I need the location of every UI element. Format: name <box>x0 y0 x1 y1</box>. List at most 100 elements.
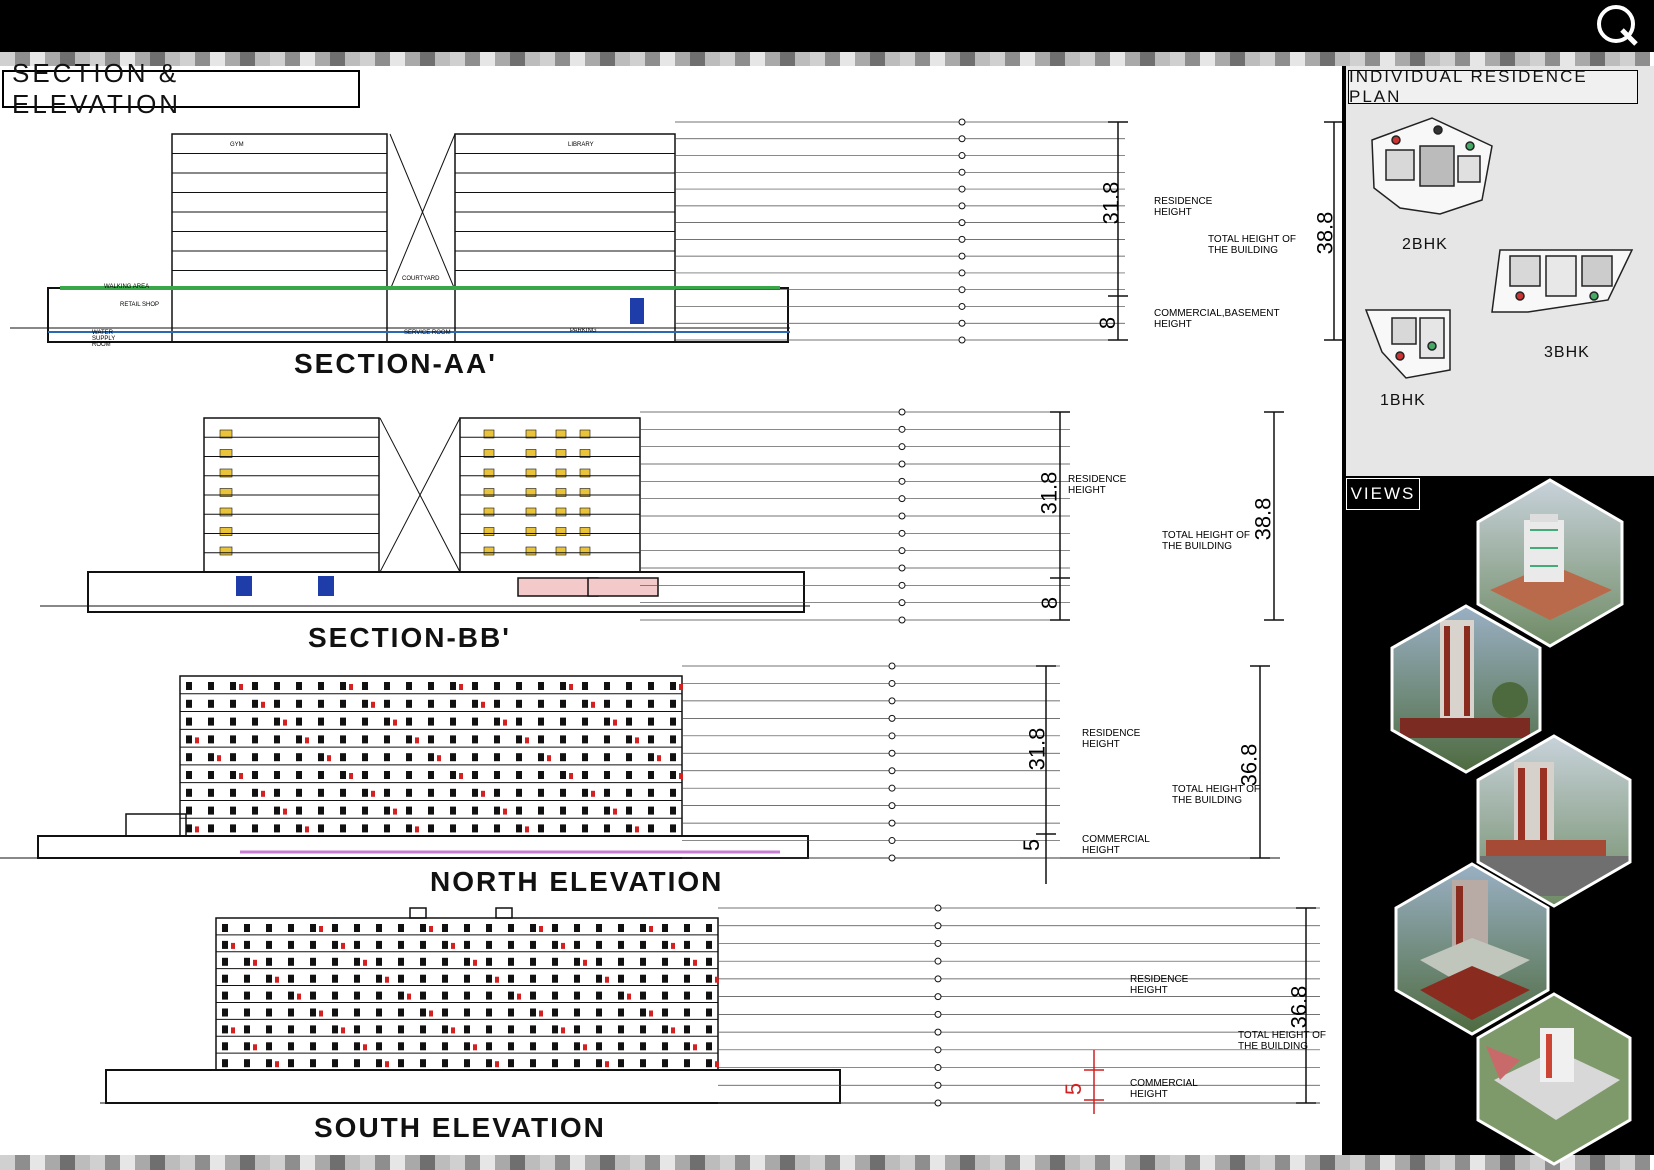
red-accent <box>459 684 463 690</box>
window <box>560 806 566 815</box>
window <box>670 717 676 726</box>
window <box>354 974 360 983</box>
window <box>574 974 580 983</box>
window <box>604 735 610 744</box>
window <box>354 924 360 932</box>
red-accent <box>283 719 287 726</box>
window <box>318 771 324 779</box>
red-accent <box>283 808 287 815</box>
window <box>296 717 302 726</box>
level-marker <box>888 767 896 775</box>
red-accent <box>319 1010 323 1017</box>
level-marker <box>898 460 906 468</box>
level-marker <box>958 269 966 277</box>
window <box>530 957 536 966</box>
window <box>376 991 382 1000</box>
window <box>244 1042 250 1051</box>
window <box>428 806 434 815</box>
window <box>640 940 646 949</box>
window <box>604 717 610 726</box>
window <box>208 717 214 726</box>
window <box>516 788 522 797</box>
window <box>530 940 536 949</box>
window <box>318 717 324 726</box>
window <box>604 806 610 815</box>
window <box>530 1008 536 1017</box>
window <box>420 1025 426 1034</box>
window <box>596 1059 602 1068</box>
window <box>340 682 346 690</box>
window <box>362 788 368 797</box>
window <box>406 682 412 690</box>
red-accent <box>253 1044 257 1051</box>
window <box>296 753 302 762</box>
window <box>552 1042 558 1051</box>
north-elevation-title: NORTH ELEVATION <box>430 866 724 897</box>
room-label-library: LIBRARY <box>568 142 594 148</box>
window <box>376 1025 382 1034</box>
level-marker <box>898 408 906 416</box>
window <box>274 771 280 779</box>
level-marker <box>958 319 966 327</box>
window <box>516 735 522 744</box>
red-accent <box>473 959 477 966</box>
window <box>428 788 434 797</box>
window <box>582 824 588 833</box>
window <box>450 699 456 708</box>
window <box>406 806 412 815</box>
red-accent <box>693 1044 697 1051</box>
window <box>538 806 544 815</box>
red-accent <box>613 808 617 815</box>
room-label-gym: GYM <box>230 142 244 148</box>
red-accent <box>715 976 719 983</box>
window <box>604 699 610 708</box>
window <box>494 753 500 762</box>
window <box>552 940 558 949</box>
red-accent <box>561 942 565 949</box>
window <box>310 957 316 966</box>
window <box>560 753 566 762</box>
level-marker <box>888 662 896 670</box>
window <box>244 924 250 932</box>
window <box>208 735 214 744</box>
red-accent <box>649 1010 653 1017</box>
window <box>186 824 192 833</box>
window <box>472 806 478 815</box>
window <box>596 924 602 932</box>
window <box>486 1025 492 1034</box>
window <box>626 806 632 815</box>
window <box>626 788 632 797</box>
window <box>670 806 676 815</box>
level-marker <box>934 922 942 930</box>
window <box>648 735 654 744</box>
window <box>354 991 360 1000</box>
window <box>230 682 236 690</box>
room-label-service-room: SERVICE ROOM <box>404 330 451 336</box>
room-label-parking: PARKING <box>570 328 597 334</box>
red-accent <box>605 976 609 983</box>
red-accent <box>385 1061 389 1068</box>
ne-base-height-value: 5 <box>1019 838 1045 852</box>
red-accent <box>671 942 675 949</box>
window <box>706 924 712 932</box>
red-accent <box>525 826 529 833</box>
window <box>222 991 228 1000</box>
red-accent <box>363 959 367 966</box>
window <box>252 735 258 744</box>
ne-total-label: TOTAL HEIGHT OF THE BUILDING <box>1172 784 1260 806</box>
level-marker <box>898 599 906 607</box>
window <box>618 974 624 983</box>
section-bb-title: SECTION-BB' <box>308 622 511 653</box>
window <box>354 957 360 966</box>
window <box>222 1025 228 1034</box>
window <box>186 788 192 797</box>
window <box>483 527 495 536</box>
red-accent <box>503 719 507 726</box>
window <box>186 753 192 762</box>
level-marker <box>958 202 966 210</box>
window <box>640 991 646 1000</box>
north-elevation-floor-lines <box>180 662 1060 862</box>
window <box>340 753 346 762</box>
level-marker <box>888 819 896 827</box>
window <box>626 682 632 690</box>
